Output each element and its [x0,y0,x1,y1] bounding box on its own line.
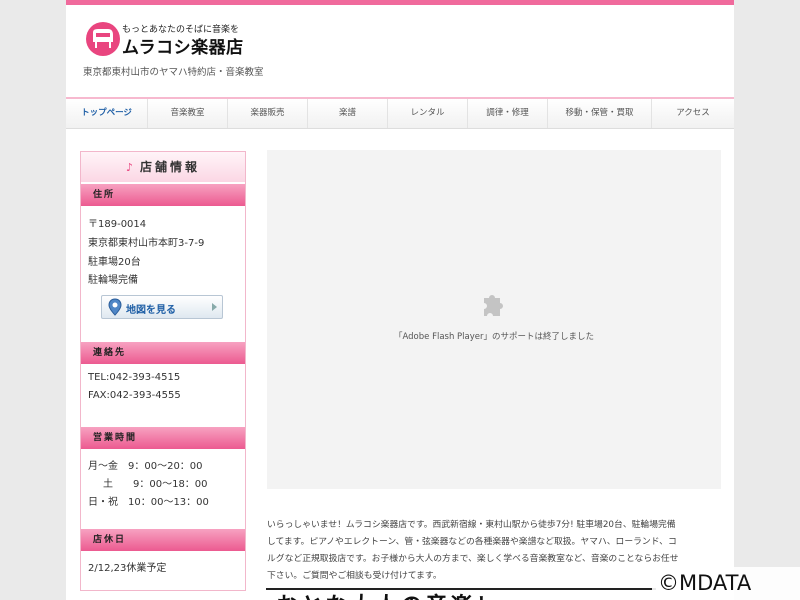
main-nav: トップページ 音楽教室 楽器販売 楽譜 レンタル 調律・修理 移動・保管・買取 … [66,97,734,129]
store-name: ムラコシ楽器店 [122,38,244,58]
banner-text: おとな大人の音楽レ [276,590,500,600]
music-note-icon: ♪ [125,161,136,174]
hours-line: 月～金 9：00～20：00 [88,461,203,472]
closed-days-text: 2/12,23休業予定 [88,563,167,574]
intro-line: いらっしゃいませ！ムラコシ楽器店です。西武新宿線・東村山駅から徒歩7分! 駐車場… [267,520,676,530]
adult-lesson-banner[interactable]: おとな大人の音楽レ [266,588,656,600]
fax-number: FAX:042-393-4555 [88,390,181,401]
intro-line: してます。ピアノやエレクトーン、管・弦楽器などの各種楽器や楽譜など取扱。ヤマハ、… [267,537,677,547]
hours-line: 日・祝 10：00～13：00 [88,497,209,508]
intro-line: ルグなど正規取扱店です。お子様から大人の方まで、楽しく学べる音楽教室など、音楽の… [267,554,679,564]
view-map-button[interactable]: 地図を見る [101,295,223,319]
address-line: 東京都東村山市本町3-7-9 [88,238,205,249]
address-section-title: 住所 [81,184,245,206]
nav-item-tuning-repair[interactable]: 調律・修理 [468,99,548,128]
nav-item-instrument-sales[interactable]: 楽器販売 [228,99,308,128]
site-header: もっとあなたのそばに音楽を ムラコシ楽器店 東京都東村山市のヤマハ特約店・音楽教… [66,5,734,97]
page: もっとあなたのそばに音楽を ムラコシ楽器店 東京都東村山市のヤマハ特約店・音楽教… [66,0,734,600]
flash-placeholder[interactable]: 「Adobe Flash Player」のサポートは終了しました [267,150,721,489]
site-subtitle: 東京都東村山市のヤマハ特約店・音楽教室 [83,67,264,78]
nav-item-moving-storage[interactable]: 移動・保管・買取 [548,99,652,128]
hours-line: 土 9：00～18：00 [103,479,208,490]
nav-item-sheet-music[interactable]: 楽譜 [308,99,388,128]
arrow-right-icon [212,303,217,311]
nav-item-rental[interactable]: レンタル [388,99,468,128]
map-pin-icon [108,298,122,316]
copyright-watermark: ©MDATA [652,567,800,600]
contact-section-title: 連絡先 [81,342,245,364]
hours-section-title: 営業時間 [81,427,245,449]
site-logo[interactable]: もっとあなたのそばに音楽を ムラコシ楽器店 [86,22,246,58]
closed-section-title: 店休日 [81,529,245,551]
puzzle-plugin-icon [484,295,503,316]
address-line: 駐車場20台 [88,257,141,268]
store-info-sidebar: ♪ 店舗情報 住所 〒189-0014 東京都東村山市本町3-7-9 駐車場20台… [80,151,246,591]
nav-item-top[interactable]: トップページ [66,99,148,128]
flash-unsupported-message: 「Adobe Flash Player」のサポートは終了しました [393,332,595,342]
tel-number: TEL:042-393-4515 [88,372,181,383]
nav-item-music-school[interactable]: 音楽教室 [148,99,228,128]
piano-logo-icon [86,22,120,56]
address-line: 駐輪場完備 [88,275,138,286]
store-info-heading: ♪ 店舗情報 [81,152,245,182]
nav-item-access[interactable]: アクセス [652,99,734,128]
address-line: 〒189-0014 [88,219,147,230]
view-map-label: 地図を見る [126,305,176,316]
